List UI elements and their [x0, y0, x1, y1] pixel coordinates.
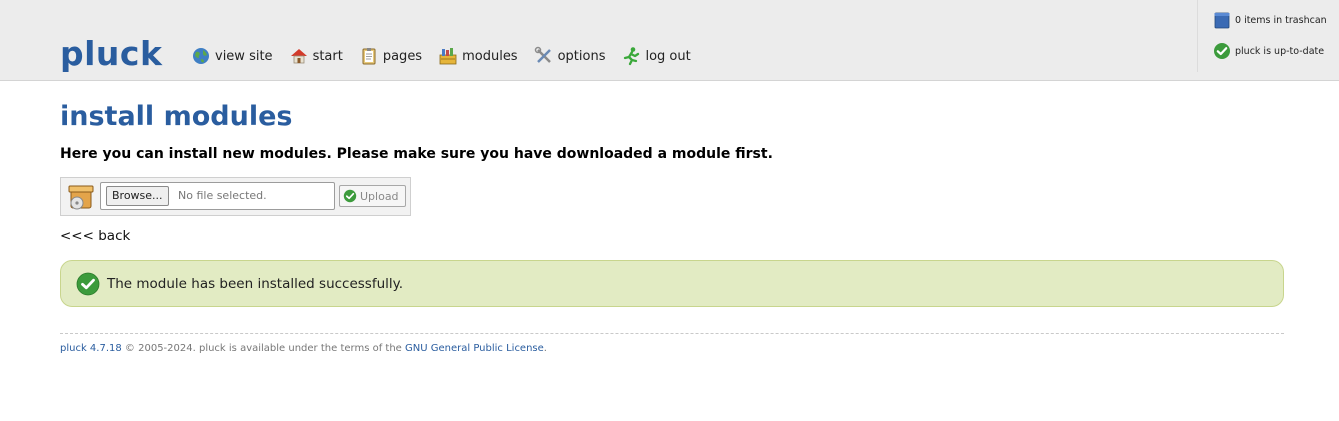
trashcan-count: 0 items in trashcan [1235, 14, 1327, 26]
update-status-text: pluck is up-to-date [1235, 45, 1325, 57]
browse-button[interactable]: Browse... [106, 186, 169, 206]
file-status: No file selected. [178, 189, 267, 202]
file-input[interactable]: Browse... No file selected. [100, 182, 335, 210]
nav-view-site[interactable]: view site [191, 46, 273, 66]
nav-options[interactable]: options [534, 46, 606, 66]
status-panel: 0 items in trashcan pluck is up-to-date [1197, 0, 1339, 72]
trashcan-icon [1214, 12, 1230, 29]
module-package-icon [68, 185, 94, 210]
footer-text: © 2005-2024. pluck is available under th… [121, 343, 405, 354]
globe-icon [193, 48, 209, 64]
upload-button[interactable]: Upload [339, 185, 406, 207]
footer: pluck 4.7.18 © 2005-2024. pluck is avail… [60, 343, 547, 354]
nav-modules[interactable]: modules [438, 46, 518, 66]
success-message: The module has been installed successful… [107, 275, 404, 292]
modules-icon [439, 48, 457, 65]
success-check-icon [76, 272, 100, 295]
trashcan-link[interactable]: 0 items in trashcan [1213, 11, 1327, 29]
nav-label: log out [645, 48, 691, 64]
nav-start[interactable]: start [289, 46, 343, 66]
update-status[interactable]: pluck is up-to-date [1213, 42, 1324, 60]
site-logo[interactable]: pluck [60, 34, 162, 74]
nav-label: start [312, 48, 343, 64]
back-link[interactable]: <<< back [60, 228, 130, 244]
upload-button-label: Upload [360, 189, 399, 203]
footer-end: . [543, 343, 547, 354]
page-intro: Here you can install new modules. Please… [60, 146, 773, 162]
nav-label: options [557, 48, 606, 64]
check-icon [1214, 43, 1230, 59]
running-man-icon [624, 47, 640, 66]
header: pluck view site start pages modules opti… [0, 0, 1339, 81]
main-nav: view site start pages modules options lo… [191, 46, 707, 66]
footer-divider [60, 333, 1284, 334]
nav-label: pages [382, 48, 423, 64]
nav-pages[interactable]: pages [359, 46, 422, 66]
module-upload-form: Browse... No file selected. Upload [60, 177, 411, 216]
nav-log-out[interactable]: log out [621, 46, 691, 66]
license-link[interactable]: GNU General Public License [405, 343, 544, 354]
pages-icon [362, 48, 376, 65]
version-link[interactable]: pluck 4.7.18 [60, 343, 122, 354]
nav-label: modules [462, 48, 518, 64]
success-message-box: The module has been installed successful… [60, 260, 1284, 307]
tools-icon [534, 46, 551, 63]
page-title: install modules [60, 101, 293, 132]
check-icon [343, 189, 357, 203]
home-icon [290, 49, 307, 64]
nav-label: view site [215, 48, 273, 64]
